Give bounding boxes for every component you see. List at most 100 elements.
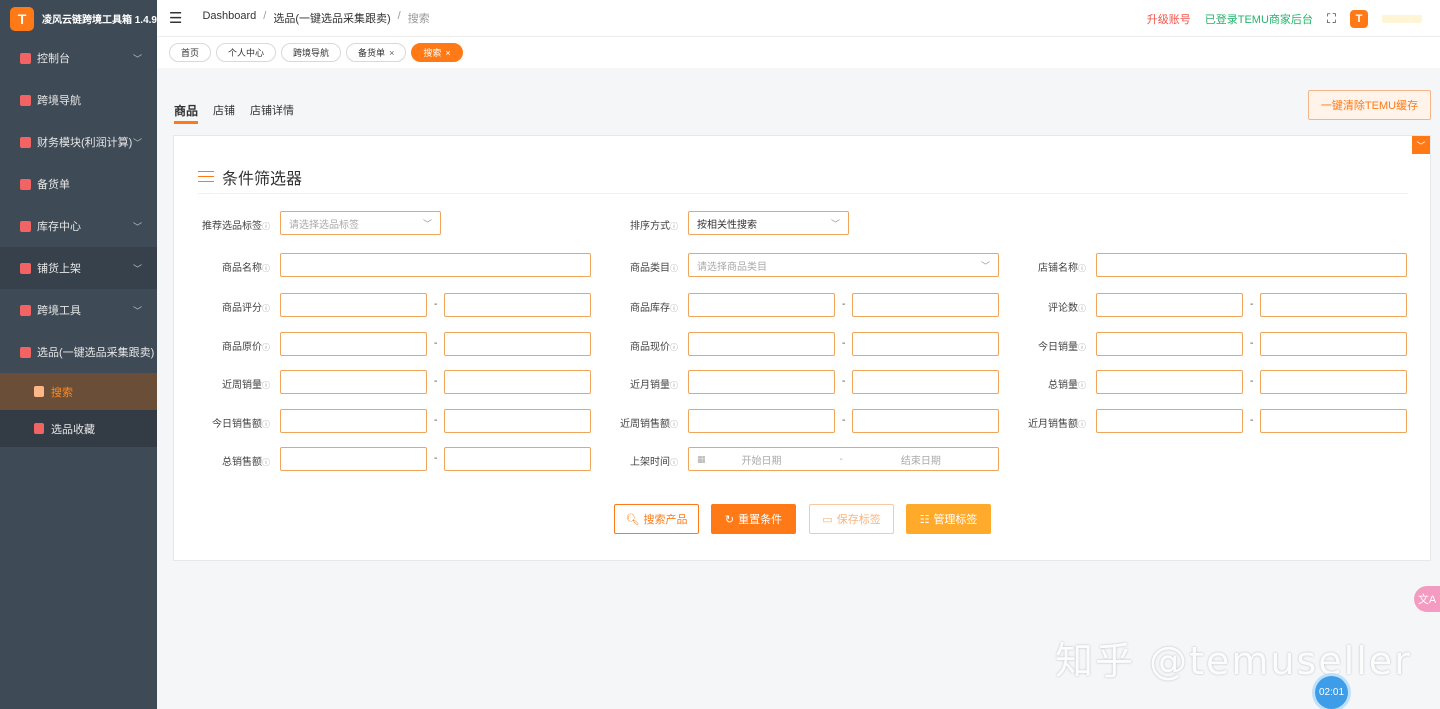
close-icon[interactable]: × [389,48,394,58]
breadcrumb-current: 搜索 [407,13,430,25]
orig_price-max-input[interactable] [444,332,591,356]
search-product-button[interactable]: 🔍︎ 搜索产品 [614,504,699,534]
recommend-tag-label: 推荐选品标签ⓘ [202,221,270,232]
date-separator: - [839,453,843,465]
product-name-input[interactable] [280,253,591,277]
month_amount-min-input[interactable] [1096,409,1243,433]
tag-profile[interactable]: 个人中心 [216,43,277,62]
main-content: 商品 店铺 店铺详情 一键清除TEMU缓存 ﹀ 条件筛选器 推荐选品标签ⓘ 请选… [157,68,1440,709]
sidebar-item-stock-order[interactable]: 备货单 [0,163,157,205]
breadcrumb-selection[interactable]: 选品(一键选品采集跟卖) [273,10,390,26]
breadcrumb: Dashboard / 选品(一键选品采集跟卖) / 搜索 [202,10,429,26]
sidebar-item-label: 铺货上架 [37,263,81,275]
total_amount-min-input[interactable] [280,447,427,471]
filter-card: ﹀ 条件筛选器 推荐选品标签ⓘ 请选择选品标签 ﹀ 排序方式ⓘ 按相关性搜索 ﹀ 商… [173,135,1431,561]
category-select[interactable]: 请选择商品类目 ﹀ [688,253,999,277]
inventory-icon [20,220,31,232]
cur_price-max-input[interactable] [852,332,999,356]
tag-stock-order[interactable]: 备货单 × [346,43,407,62]
sidebar-item-label: 备货单 [37,179,70,191]
recommend-tag-select[interactable]: 请选择选品标签 ﹀ [280,211,441,235]
orig_price-min-input[interactable] [280,332,427,356]
rating-min-input[interactable] [280,293,427,317]
hamburger-icon[interactable]: ☰ [169,9,182,27]
month_amount-max-input[interactable] [1260,409,1407,433]
timer-badge[interactable]: 02:01 [1315,676,1348,709]
week_sales-max-input[interactable] [444,370,591,394]
temu-login-status[interactable]: 已登录TEMU商家后台 [1205,11,1313,27]
today_amount-min-input[interactable] [280,409,427,433]
sidebar-submenu: 搜索 选品收藏 [0,373,157,447]
sidebar-subitem-search[interactable]: 搜索 [0,373,157,410]
save-tag-button[interactable]: ▭ 保存标签 [809,504,894,534]
reviews-min-input[interactable] [1096,293,1243,317]
range-label-week_sales: 近周销量ⓘ [222,380,270,391]
tags-view-bar: 首页 个人中心 跨境导航 备货单 × 搜索 × [157,37,1440,68]
tag-nav[interactable]: 跨境导航 [281,43,342,62]
sidebar-item-label: 库存中心 [37,221,81,233]
rating-max-input[interactable] [444,293,591,317]
sidebar-item-finance[interactable]: 财务模块(利润计算) ﹀ [0,121,157,163]
total_sales-min-input[interactable] [1096,370,1243,394]
search-icon: 🔍︎ [625,513,640,526]
sidebar-item-tools[interactable]: 跨境工具 ﹀ [0,289,157,331]
start-date[interactable]: 开始日期 [742,452,782,467]
chevron-down-icon: ﹀ [132,264,142,274]
close-icon[interactable]: × [445,48,450,58]
lock-icon [20,52,31,64]
month_sales-min-input[interactable] [688,370,835,394]
sidebar-item-dashboard[interactable]: 控制台 ﹀ [0,37,157,79]
tab-shop-detail[interactable]: 店铺详情 [250,102,294,124]
upgrade-link[interactable]: 升级账号 [1147,11,1191,27]
manage-tag-button[interactable]: ☷ 管理标签 [906,504,991,534]
clear-cache-button[interactable]: 一键清除TEMU缓存 [1308,90,1431,120]
reset-button[interactable]: ↻ 重置条件 [711,504,796,534]
logo-badge-icon: T [10,6,34,31]
total_amount-max-input[interactable] [444,447,591,471]
sort-select[interactable]: 按相关性搜索 ﹀ [688,211,849,235]
total_sales-max-input[interactable] [1260,370,1407,394]
username-blurred[interactable] [1382,14,1422,23]
chevron-down-icon: ﹀ [132,222,142,232]
cur_price-min-input[interactable] [688,332,835,356]
tab-product[interactable]: 商品 [174,102,199,124]
sidebar-item-selection[interactable]: 选品(一键选品采集跟卖) [0,331,157,373]
selection-icon [20,346,31,358]
chevron-down-icon: ﹀ [132,306,142,316]
stock-max-input[interactable] [852,293,999,317]
today_amount-max-input[interactable] [444,409,591,433]
collapse-icon[interactable]: ﹀ [1412,136,1430,154]
end-date[interactable]: 结束日期 [901,452,941,467]
tag-label: 搜索 [423,48,442,58]
sidebar-subitem-favorites[interactable]: 选品收藏 [0,410,157,447]
avatar[interactable]: T [1350,9,1368,28]
week_amount-min-input[interactable] [688,409,835,433]
sidebar-item-nav[interactable]: 跨境导航 [0,79,157,121]
calendar-icon: ▦ [697,453,706,464]
reviews-max-input[interactable] [1260,293,1407,317]
fullscreen-icon[interactable]: ⛶ [1327,11,1336,27]
tag-search[interactable]: 搜索 × [411,43,463,62]
translate-float-button[interactable]: 文A [1414,586,1440,612]
range-dash: - [434,453,438,464]
tag-label: 备货单 [358,48,386,58]
sidebar-item-listing[interactable]: 铺货上架 ﹀ [0,247,157,289]
tag-home[interactable]: 首页 [169,43,212,62]
week_sales-min-input[interactable] [280,370,427,394]
shop-name-input[interactable] [1096,253,1407,277]
range-dash: - [1250,338,1254,349]
range-dash: - [1250,299,1254,310]
today_sales-max-input[interactable] [1260,332,1407,356]
week_amount-max-input[interactable] [852,409,999,433]
tab-shop[interactable]: 店铺 [213,102,235,124]
chevron-down-icon: ﹀ [132,54,142,64]
sidebar-item-inventory[interactable]: 库存中心 ﹀ [0,205,157,247]
sidebar: T 凌风云链跨境工具箱 1.4.9 控制台 ﹀ 跨境导航 财务模块(利润计算) … [0,0,157,709]
breadcrumb-dashboard[interactable]: Dashboard [202,10,256,26]
listing-time-range[interactable]: ▦ 开始日期 - 结束日期 [688,447,999,471]
stock-min-input[interactable] [688,293,835,317]
button-label: 保存标签 [836,514,881,526]
month_sales-max-input[interactable] [852,370,999,394]
breadcrumb-separator: / [397,10,401,22]
today_sales-min-input[interactable] [1096,332,1243,356]
